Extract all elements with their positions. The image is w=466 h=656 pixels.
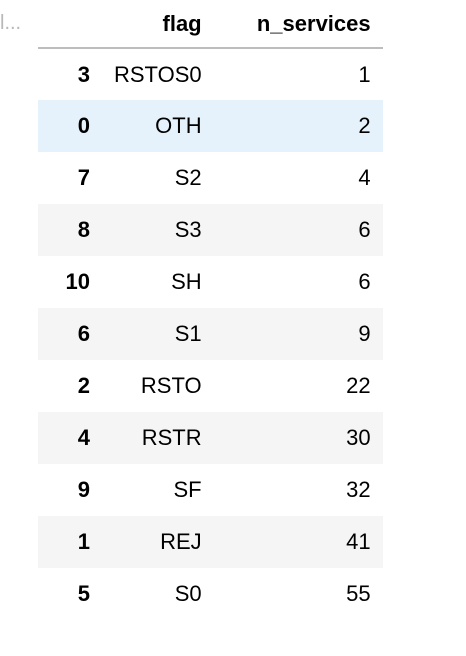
table-row: 2 RSTO 22 [38, 360, 383, 412]
n-services-cell: 32 [346, 477, 371, 502]
n-services-cell: 9 [358, 321, 371, 346]
row-index: 9 [77, 477, 90, 502]
n-services-cell: 30 [346, 425, 371, 450]
table-row: 3 RSTOS0 1 [38, 48, 383, 100]
table-row: 5 S0 55 [38, 568, 383, 620]
n-services-cell: 22 [346, 373, 371, 398]
n-services-cell: 4 [358, 165, 371, 190]
row-index: 7 [77, 165, 90, 190]
table-row: 9 SF 32 [38, 464, 383, 516]
table-row: 10 SH 6 [38, 256, 383, 308]
n-services-cell: 41 [346, 529, 371, 554]
row-index: 2 [77, 373, 90, 398]
flag-cell: SH [171, 269, 202, 294]
table-row: 4 RSTR 30 [38, 412, 383, 464]
notebook-output: l... flag n_services 3 RSTOS0 1 0 OTH 2 … [0, 0, 466, 656]
flag-cell: RSTR [141, 425, 202, 450]
row-index: 3 [77, 61, 90, 87]
flag-cell: OTH [155, 113, 202, 138]
flag-cell: RSTOS0 [114, 61, 202, 87]
row-index: 6 [77, 321, 90, 346]
n-services-cell: 55 [346, 581, 371, 606]
row-index: 10 [65, 269, 90, 294]
table-row: 0 OTH 2 [38, 100, 383, 152]
n-services-cell: 6 [358, 269, 371, 294]
table-body: 3 RSTOS0 1 0 OTH 2 7 S2 4 8 S3 6 10 SH 6… [38, 48, 383, 620]
flag-cell: S1 [174, 321, 202, 346]
row-index: 8 [77, 217, 90, 242]
n-services-cell: 1 [358, 61, 371, 87]
n-services-cell: 2 [358, 113, 371, 138]
row-index: 0 [77, 113, 90, 138]
n-services-cell: 6 [358, 217, 371, 242]
flag-cell: SF [173, 477, 202, 502]
table-row: 6 S1 9 [38, 308, 383, 360]
truncated-cell-text: l... [0, 12, 22, 34]
row-index: 5 [77, 581, 90, 606]
flag-cell: REJ [160, 529, 202, 554]
dataframe-table: flag n_services 3 RSTOS0 1 0 OTH 2 7 S2 … [38, 0, 383, 620]
table-row: 1 REJ 41 [38, 516, 383, 568]
row-index: 4 [77, 425, 90, 450]
table-row: 8 S3 6 [38, 204, 383, 256]
header-row: flag n_services [38, 0, 383, 49]
row-index: 1 [77, 529, 90, 554]
flag-cell: RSTO [140, 373, 202, 398]
index-header [38, 0, 102, 49]
flag-cell: S0 [174, 581, 202, 606]
n-services-column-header: n_services [213, 0, 383, 49]
flag-cell: S3 [174, 217, 202, 242]
table-header: flag n_services [38, 0, 383, 49]
flag-cell: S2 [174, 165, 202, 190]
table-row: 7 S2 4 [38, 152, 383, 204]
flag-column-header: flag [102, 0, 214, 49]
